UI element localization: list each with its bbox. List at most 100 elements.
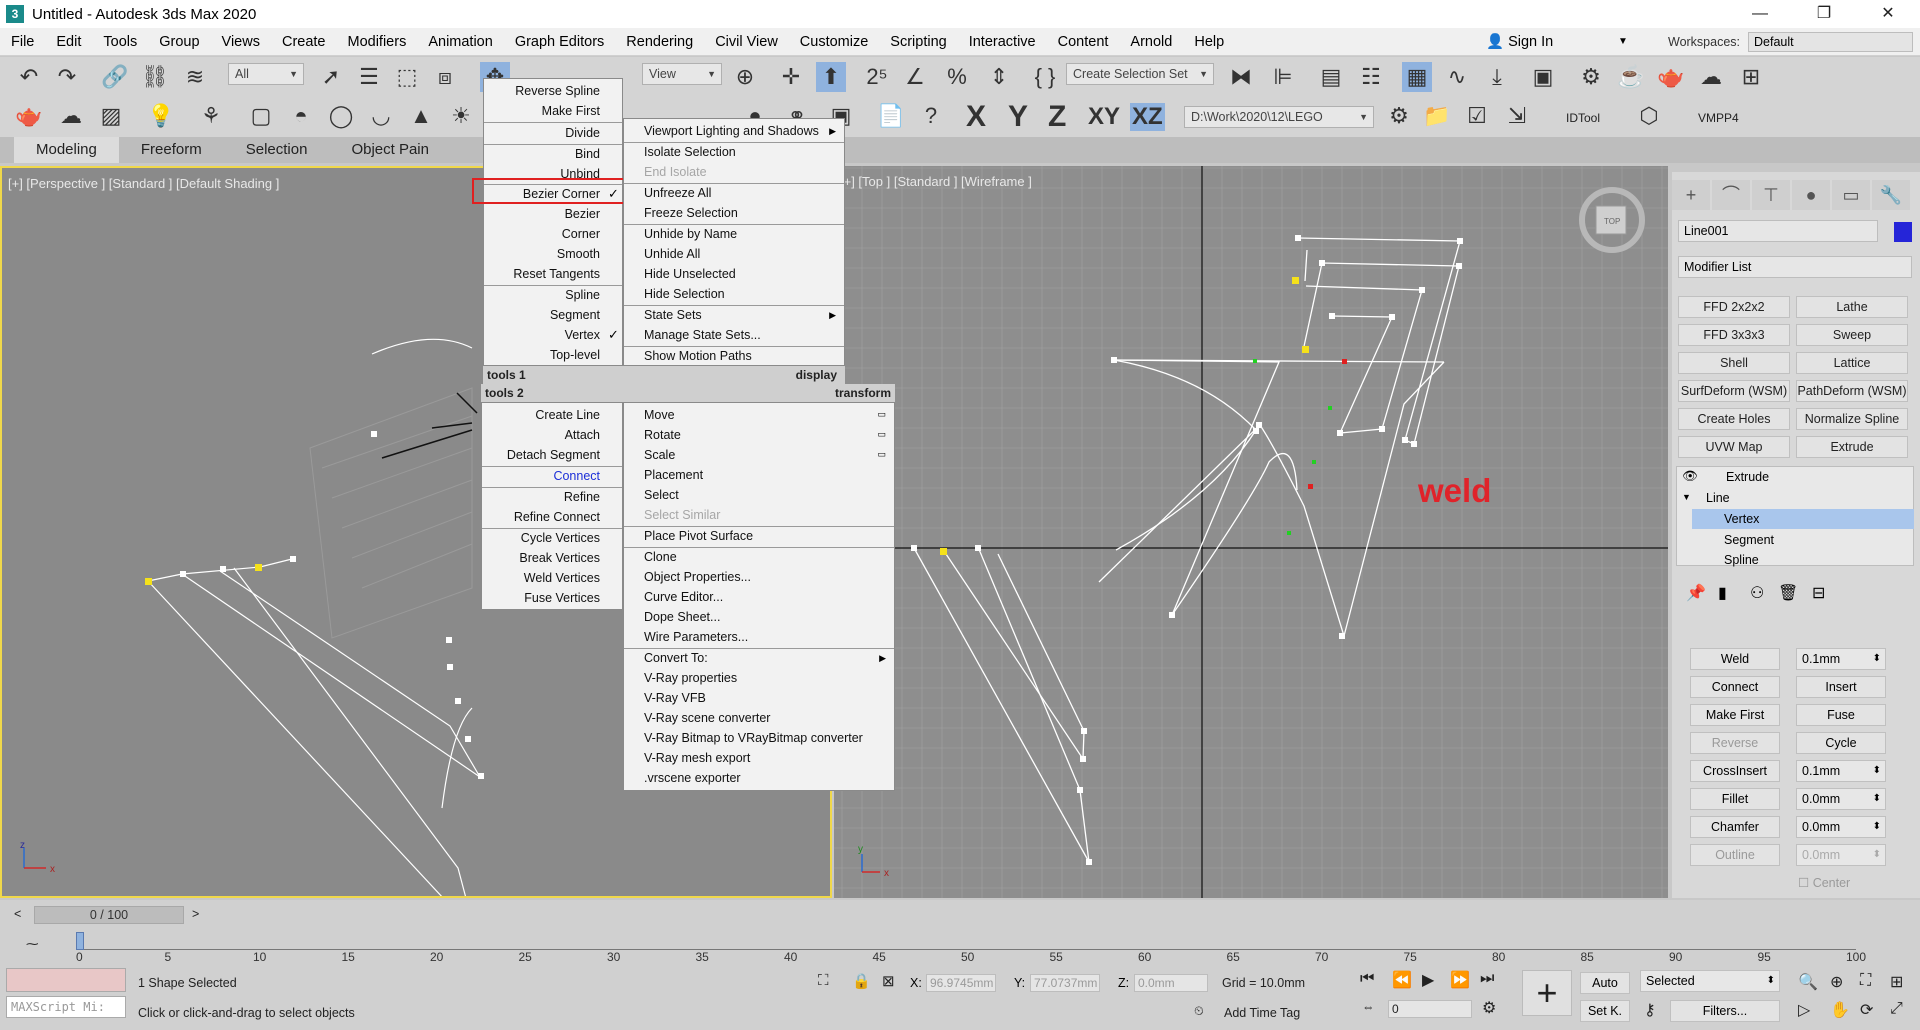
key-mode-icon[interactable]: ⇔: [1362, 1000, 1375, 1014]
menu-item-refine[interactable]: Refine: [482, 487, 622, 507]
listener-pink-box[interactable]: [6, 968, 126, 992]
create-tab-icon[interactable]: +: [1672, 180, 1710, 210]
menu-item-curve-editor[interactable]: Curve Editor...: [624, 587, 894, 607]
next-frame-icon[interactable]: >: [192, 907, 199, 921]
menu-item-vray-vfb[interactable]: V-Ray VFB: [624, 688, 894, 708]
make-unique-icon[interactable]: ⚇: [1750, 584, 1764, 604]
menu-item-move[interactable]: Move: [624, 405, 894, 425]
menu-item-object-properties[interactable]: Object Properties...: [624, 567, 894, 587]
mirror-icon[interactable]: ⧓: [1226, 62, 1256, 92]
toggle-ribbon-icon[interactable]: ▦: [1402, 62, 1432, 92]
settings-box-icon[interactable]: ▭: [877, 429, 886, 440]
maximize-button[interactable]: ❐: [1792, 0, 1856, 28]
expand-arrow-icon[interactable]: ▼: [1682, 487, 1691, 507]
zoom-extents-icon[interactable]: ⛶: [1860, 972, 1871, 990]
menu-item-weld-vertices[interactable]: Weld Vertices: [482, 568, 622, 588]
undo-icon[interactable]: ↶: [14, 62, 44, 92]
menu-item-segment[interactable]: Segment: [484, 305, 622, 325]
menu-group[interactable]: Group: [148, 28, 210, 56]
folder-tool-icon[interactable]: 📁: [1422, 101, 1452, 131]
help-icon[interactable]: ?: [916, 101, 946, 131]
menu-item-vray-bitmap-converter[interactable]: V-Ray Bitmap to VRayBitmap converter: [624, 728, 894, 748]
menu-item-vrscene-exporter[interactable]: .vrscene exporter: [624, 768, 894, 788]
menu-item-select[interactable]: Select: [624, 485, 894, 505]
menu-arnold[interactable]: Arnold: [1119, 28, 1183, 56]
menu-item-vertex[interactable]: Vertex: [484, 325, 622, 345]
fillet-button[interactable]: Fillet: [1690, 788, 1780, 810]
object-color-swatch[interactable]: [1894, 222, 1912, 242]
time-slider[interactable]: 0 / 100: [34, 906, 184, 924]
menu-item-state-sets[interactable]: State Sets: [624, 305, 844, 325]
menu-create[interactable]: Create: [271, 28, 337, 56]
modifier-ffd222-button[interactable]: FFD 2x2x2: [1678, 296, 1790, 318]
pivot-center-icon[interactable]: ⊕: [730, 62, 760, 92]
utilities-tab-icon[interactable]: 🔧: [1872, 180, 1910, 210]
show-end-result-icon[interactable]: ▮: [1718, 584, 1727, 604]
menu-item-bezier[interactable]: Bezier: [484, 204, 622, 224]
eye-icon[interactable]: 👁: [1682, 466, 1698, 486]
sun-icon[interactable]: ☀: [446, 101, 476, 131]
motion-tab-icon[interactable]: ●: [1792, 180, 1830, 210]
menu-item-bind[interactable]: Bind: [484, 144, 622, 164]
modifier-pathdeform-button[interactable]: PathDeform (WSM): [1796, 380, 1908, 402]
modifier-ffd333-button[interactable]: FFD 3x3x3: [1678, 324, 1790, 346]
absolute-mode-icon[interactable]: ⊠: [882, 972, 895, 990]
menu-item-reset-tangents[interactable]: Reset Tangents: [484, 264, 622, 284]
menu-item-scale[interactable]: Scale: [624, 445, 894, 465]
script-icon[interactable]: 📄: [876, 101, 906, 131]
modify-tab-icon[interactable]: ⌒: [1712, 180, 1750, 210]
menu-item-connect[interactable]: Connect: [482, 466, 622, 486]
menu-customize[interactable]: Customize: [789, 28, 880, 56]
weld-button[interactable]: Weld: [1690, 648, 1780, 670]
rectangular-selection-icon[interactable]: ⬚: [392, 62, 422, 92]
vmpp-label[interactable]: VMPP4: [1698, 111, 1739, 125]
menu-item-manage-state-sets[interactable]: Manage State Sets...: [624, 325, 844, 345]
workspace-select[interactable]: Default: [1748, 32, 1913, 52]
menu-item-fuse-vertices[interactable]: Fuse Vertices: [482, 588, 622, 608]
render-in-cloud-icon[interactable]: ☁: [1696, 62, 1726, 92]
tab-selection[interactable]: Selection: [224, 137, 330, 163]
menu-item-attach[interactable]: Attach: [482, 425, 622, 445]
constrain-y-button[interactable]: Y: [1008, 100, 1028, 134]
box-icon[interactable]: ▢: [246, 101, 276, 131]
stack-item-segment[interactable]: Segment: [1724, 530, 1774, 550]
perspective-viewport-label[interactable]: [+] [Perspective ] [Standard ] [Default …: [8, 176, 279, 191]
menu-item-vray-mesh-export[interactable]: V-Ray mesh export: [624, 748, 894, 768]
select-object-icon[interactable]: ➚: [316, 62, 346, 92]
project-path-select[interactable]: D:\Work\2020\12\LEGO: [1184, 106, 1374, 128]
light-icon[interactable]: 💡: [146, 101, 176, 131]
menu-item-smooth[interactable]: Smooth: [484, 244, 622, 264]
menu-help[interactable]: Help: [1183, 28, 1235, 56]
minimize-button[interactable]: —: [1728, 0, 1792, 28]
x-coord-field[interactable]: 96.9745mm: [926, 974, 996, 992]
chamfer-button[interactable]: Chamfer: [1690, 816, 1780, 838]
play-icon[interactable]: ▶: [1422, 970, 1434, 990]
hexagon-icon[interactable]: ⬡: [1634, 101, 1664, 131]
current-frame-field[interactable]: 0: [1388, 1000, 1472, 1018]
bind-space-warp-icon[interactable]: ≋: [180, 62, 210, 92]
zoom-all-icon[interactable]: ⊕: [1830, 972, 1843, 992]
field-of-view-icon[interactable]: ▷: [1798, 1000, 1810, 1020]
y-coord-field[interactable]: 77.0737mm: [1030, 974, 1100, 992]
select-manipulate-icon[interactable]: ✛: [776, 62, 806, 92]
modifier-surfdeform-button[interactable]: SurfDeform (WSM): [1678, 380, 1790, 402]
rig-icon[interactable]: ⚘: [196, 101, 226, 131]
keyboard-shortcut-override-icon[interactable]: ⬆: [816, 62, 846, 92]
constrain-xy-button[interactable]: XY: [1088, 103, 1120, 131]
insert-button[interactable]: Insert: [1796, 676, 1886, 698]
maximize-viewport-icon[interactable]: ⤢: [1890, 1000, 1903, 1018]
menu-item-place-pivot-surface[interactable]: Place Pivot Surface: [624, 526, 894, 546]
menu-item-rotate[interactable]: Rotate: [624, 425, 894, 445]
fuse-button[interactable]: Fuse: [1796, 704, 1886, 726]
schematic-view-icon[interactable]: ⤓: [1482, 62, 1512, 92]
menu-item-break-vertices[interactable]: Break Vertices: [482, 548, 622, 568]
menu-item-divide[interactable]: Divide: [484, 123, 622, 143]
chevron-down-icon[interactable]: ▼: [1618, 36, 1628, 47]
stack-item-line[interactable]: Line: [1706, 488, 1730, 508]
modifier-shell-button[interactable]: Shell: [1678, 352, 1790, 374]
unlink-icon[interactable]: ⛓: [140, 62, 170, 92]
modifier-normalize-spline-button[interactable]: Normalize Spline: [1796, 408, 1908, 430]
modifier-list-select[interactable]: Modifier List: [1678, 256, 1912, 278]
menu-item-vray-properties[interactable]: V-Ray properties: [624, 668, 894, 688]
menu-item-refine-connect[interactable]: Refine Connect: [482, 507, 622, 527]
